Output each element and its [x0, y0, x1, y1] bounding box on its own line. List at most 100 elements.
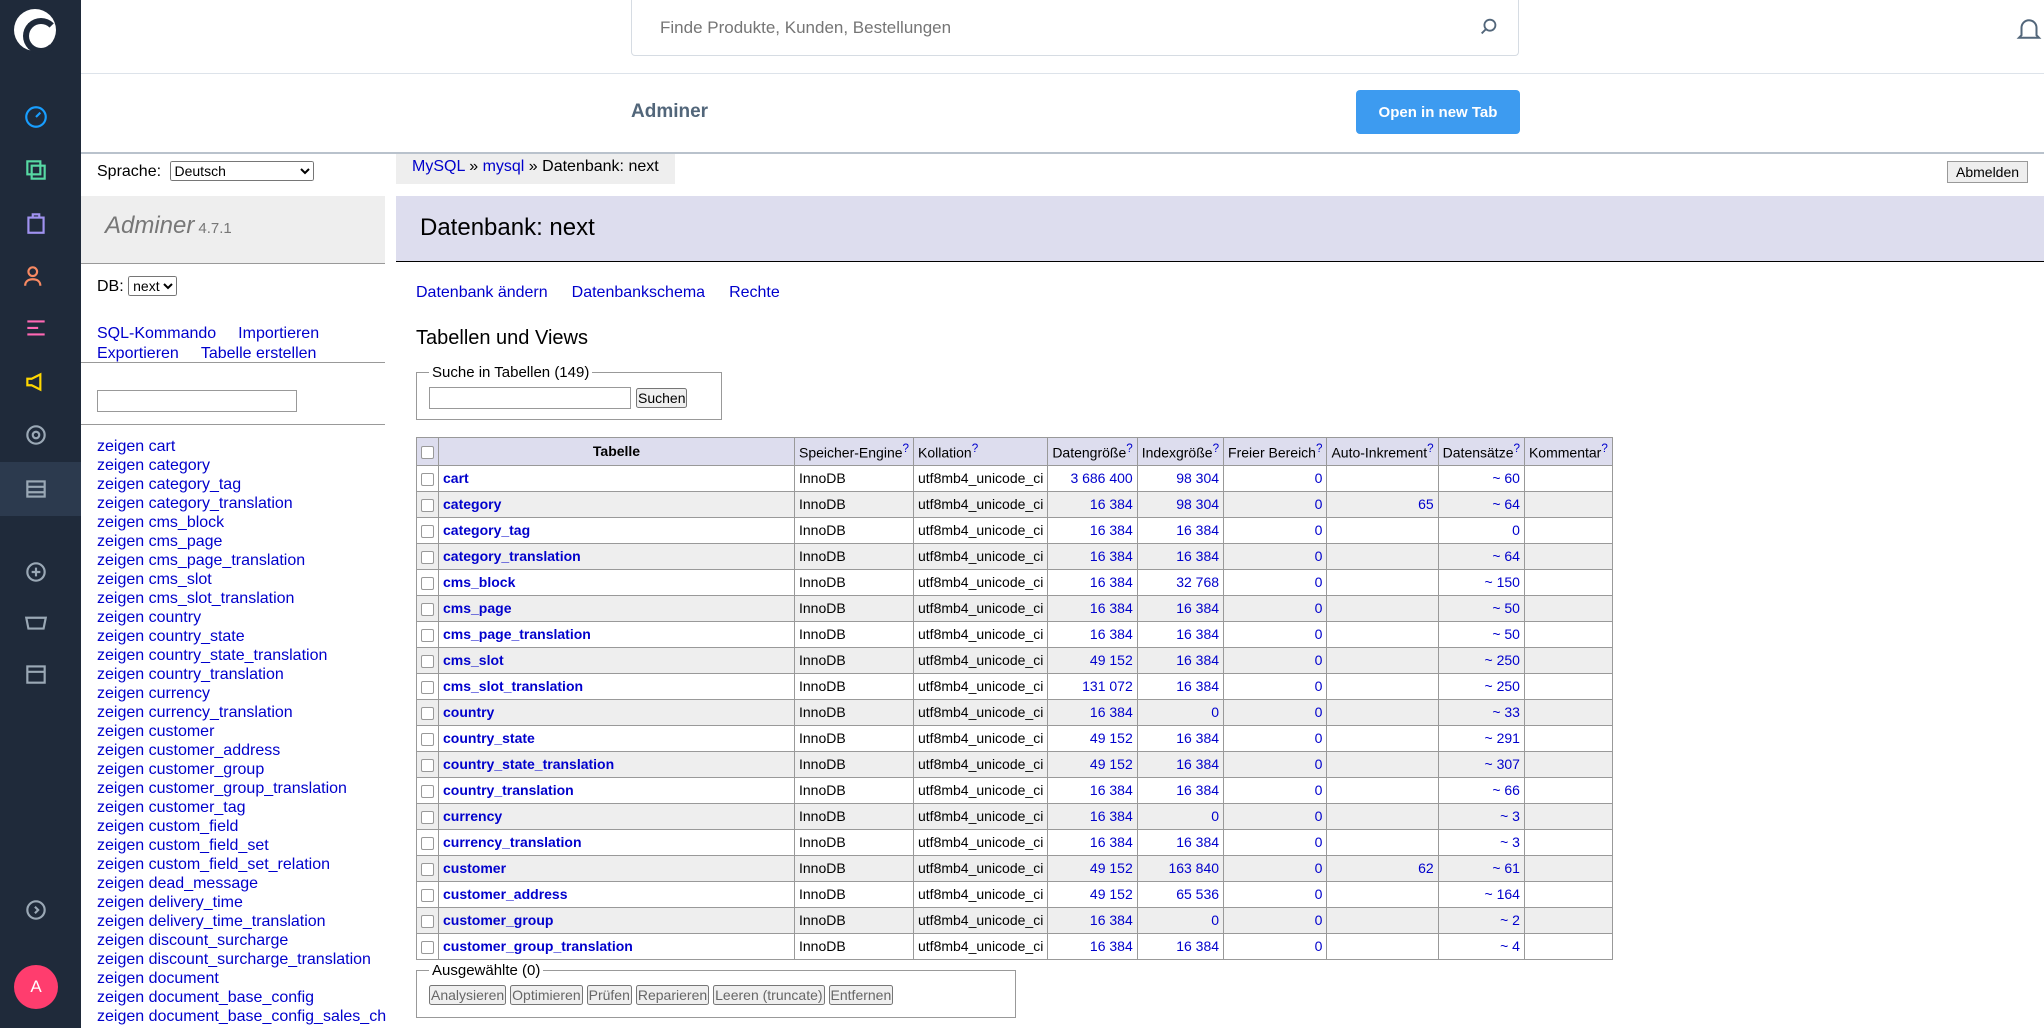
marketing-icon[interactable] — [19, 365, 53, 399]
table-value-link[interactable]: 16 384 — [1090, 834, 1133, 850]
table-list-link[interactable]: zeigen country_translation — [97, 666, 284, 683]
row-checkbox[interactable] — [421, 706, 434, 720]
table-value-link[interactable]: 16 384 — [1090, 496, 1133, 512]
table-value-link[interactable]: 16 384 — [1176, 626, 1219, 642]
table-name-link[interactable]: currency_translation — [443, 834, 582, 850]
column-header[interactable]: Freier Bereich? — [1223, 437, 1328, 466]
table-list-link[interactable]: zeigen document_base_config — [97, 989, 314, 1006]
table-value-link[interactable]: 16 384 — [1176, 548, 1219, 564]
table-name-link[interactable]: cms_page — [443, 600, 511, 616]
table-value-link[interactable]: ~ 66 — [1492, 782, 1520, 798]
row-checkbox[interactable] — [421, 862, 434, 876]
table-name-link[interactable]: customer_address — [443, 886, 568, 902]
settings-icon[interactable] — [19, 418, 53, 452]
table-value-link[interactable]: ~ 61 — [1492, 860, 1520, 876]
table-list-link[interactable]: zeigen discount_surcharge_translation — [97, 951, 371, 968]
shopware-logo[interactable] — [14, 9, 59, 54]
table-value-link[interactable]: 16 384 — [1090, 782, 1133, 798]
table-name-link[interactable]: cms_page_translation — [443, 626, 591, 642]
table-list-link[interactable]: zeigen currency — [97, 685, 210, 702]
selected-action-button[interactable]: Analysieren — [429, 985, 507, 1005]
table-value-link[interactable]: 16 384 — [1090, 938, 1133, 954]
table-value-link[interactable]: 0 — [1315, 808, 1323, 824]
table-value-link[interactable]: 0 — [1315, 704, 1323, 720]
table-name-link[interactable]: cart — [443, 470, 469, 486]
table-filter-input[interactable] — [97, 390, 297, 412]
export-link[interactable]: Exportieren — [97, 345, 179, 362]
row-checkbox[interactable] — [421, 498, 434, 512]
selected-action-button[interactable]: Entfernen — [828, 985, 894, 1005]
table-name-link[interactable]: country — [443, 704, 494, 720]
user-avatar[interactable]: A — [14, 965, 58, 1009]
table-value-link[interactable]: 0 — [1315, 548, 1323, 564]
expand-icon[interactable] — [19, 893, 53, 927]
table-list-link[interactable]: zeigen cms_page_translation — [97, 552, 305, 569]
table-list-link[interactable]: zeigen dead_message — [97, 875, 258, 892]
row-checkbox[interactable] — [421, 758, 434, 772]
column-header[interactable]: Datengröße? — [1047, 437, 1138, 466]
database-icon[interactable] — [19, 472, 53, 506]
table-list-link[interactable]: zeigen custom_field_set_relation — [97, 856, 330, 873]
db-select[interactable]: next — [128, 276, 178, 296]
open-in-new-tab-button[interactable]: Open in new Tab — [1356, 90, 1520, 134]
column-header[interactable]: Auto-Inkrement? — [1326, 437, 1439, 466]
table-value-link[interactable]: 0 — [1315, 886, 1323, 902]
table-value-link[interactable]: ~ 3 — [1500, 808, 1520, 824]
add-icon[interactable] — [19, 555, 53, 589]
table-value-link[interactable]: ~ 250 — [1485, 678, 1520, 694]
table-value-link[interactable]: 0 — [1315, 730, 1323, 746]
table-value-link[interactable]: ~ 2 — [1500, 912, 1520, 928]
table-name-link[interactable]: customer — [443, 860, 506, 876]
table-value-link[interactable]: ~ 3 — [1500, 834, 1520, 850]
search-icon[interactable] — [1478, 16, 1500, 38]
table-value-link[interactable]: 98 304 — [1176, 496, 1219, 512]
table-name-link[interactable]: category_translation — [443, 548, 581, 564]
table-value-link[interactable]: 16 384 — [1176, 522, 1219, 538]
table-value-link[interactable]: 62 — [1418, 860, 1434, 876]
privileges-link[interactable]: Rechte — [729, 284, 780, 301]
table-value-link[interactable]: 65 536 — [1176, 886, 1219, 902]
table-name-link[interactable]: cms_slot_translation — [443, 678, 583, 694]
table-value-link[interactable]: ~ 164 — [1485, 886, 1520, 902]
table-value-link[interactable]: 0 — [1315, 522, 1323, 538]
table-value-link[interactable]: 0 — [1211, 912, 1219, 928]
table-value-link[interactable]: 16 384 — [1090, 626, 1133, 642]
row-checkbox[interactable] — [421, 472, 434, 486]
logout-button[interactable]: Abmelden — [1947, 161, 2029, 183]
selected-action-button[interactable]: Optimieren — [510, 985, 583, 1005]
import-link[interactable]: Importieren — [238, 325, 319, 342]
basket-icon[interactable] — [19, 604, 53, 638]
language-select[interactable]: Deutsch — [169, 161, 314, 181]
table-list-link[interactable]: zeigen cart — [97, 438, 175, 455]
table-value-link[interactable]: 16 384 — [1176, 938, 1219, 954]
table-value-link[interactable]: 163 840 — [1168, 860, 1219, 876]
table-list-link[interactable]: zeigen document — [97, 970, 219, 987]
table-list-link[interactable]: zeigen category — [97, 457, 210, 474]
table-value-link[interactable]: 3 686 400 — [1070, 470, 1132, 486]
table-value-link[interactable]: 65 — [1418, 496, 1434, 512]
table-name-link[interactable]: customer_group — [443, 912, 553, 928]
table-value-link[interactable]: 0 — [1315, 626, 1323, 642]
adminer-name[interactable]: Adminer — [105, 212, 194, 239]
table-value-link[interactable]: 49 152 — [1090, 652, 1133, 668]
table-list-link[interactable]: zeigen category_translation — [97, 495, 293, 512]
table-list-link[interactable]: zeigen country_state_translation — [97, 647, 327, 664]
table-value-link[interactable]: 16 384 — [1090, 600, 1133, 616]
table-value-link[interactable]: 16 384 — [1090, 574, 1133, 590]
table-value-link[interactable]: ~ 307 — [1485, 756, 1520, 772]
global-search[interactable] — [631, 0, 1519, 56]
table-list-link[interactable]: zeigen cms_block — [97, 514, 224, 531]
table-value-link[interactable]: 16 384 — [1176, 600, 1219, 616]
table-value-link[interactable]: 49 152 — [1090, 730, 1133, 746]
table-value-link[interactable]: 16 384 — [1176, 730, 1219, 746]
table-list-link[interactable]: zeigen country — [97, 609, 201, 626]
table-value-link[interactable]: 98 304 — [1176, 470, 1219, 486]
table-list-link[interactable]: zeigen document_base_config_sales_ch — [97, 1008, 386, 1025]
create-table-link[interactable]: Tabelle erstellen — [201, 345, 317, 362]
row-checkbox[interactable] — [421, 888, 434, 902]
table-value-link[interactable]: 49 152 — [1090, 886, 1133, 902]
row-checkbox[interactable] — [421, 940, 434, 954]
table-value-link[interactable]: 0 — [1315, 470, 1323, 486]
search-input[interactable] — [660, 17, 1440, 38]
row-checkbox[interactable] — [421, 576, 434, 590]
